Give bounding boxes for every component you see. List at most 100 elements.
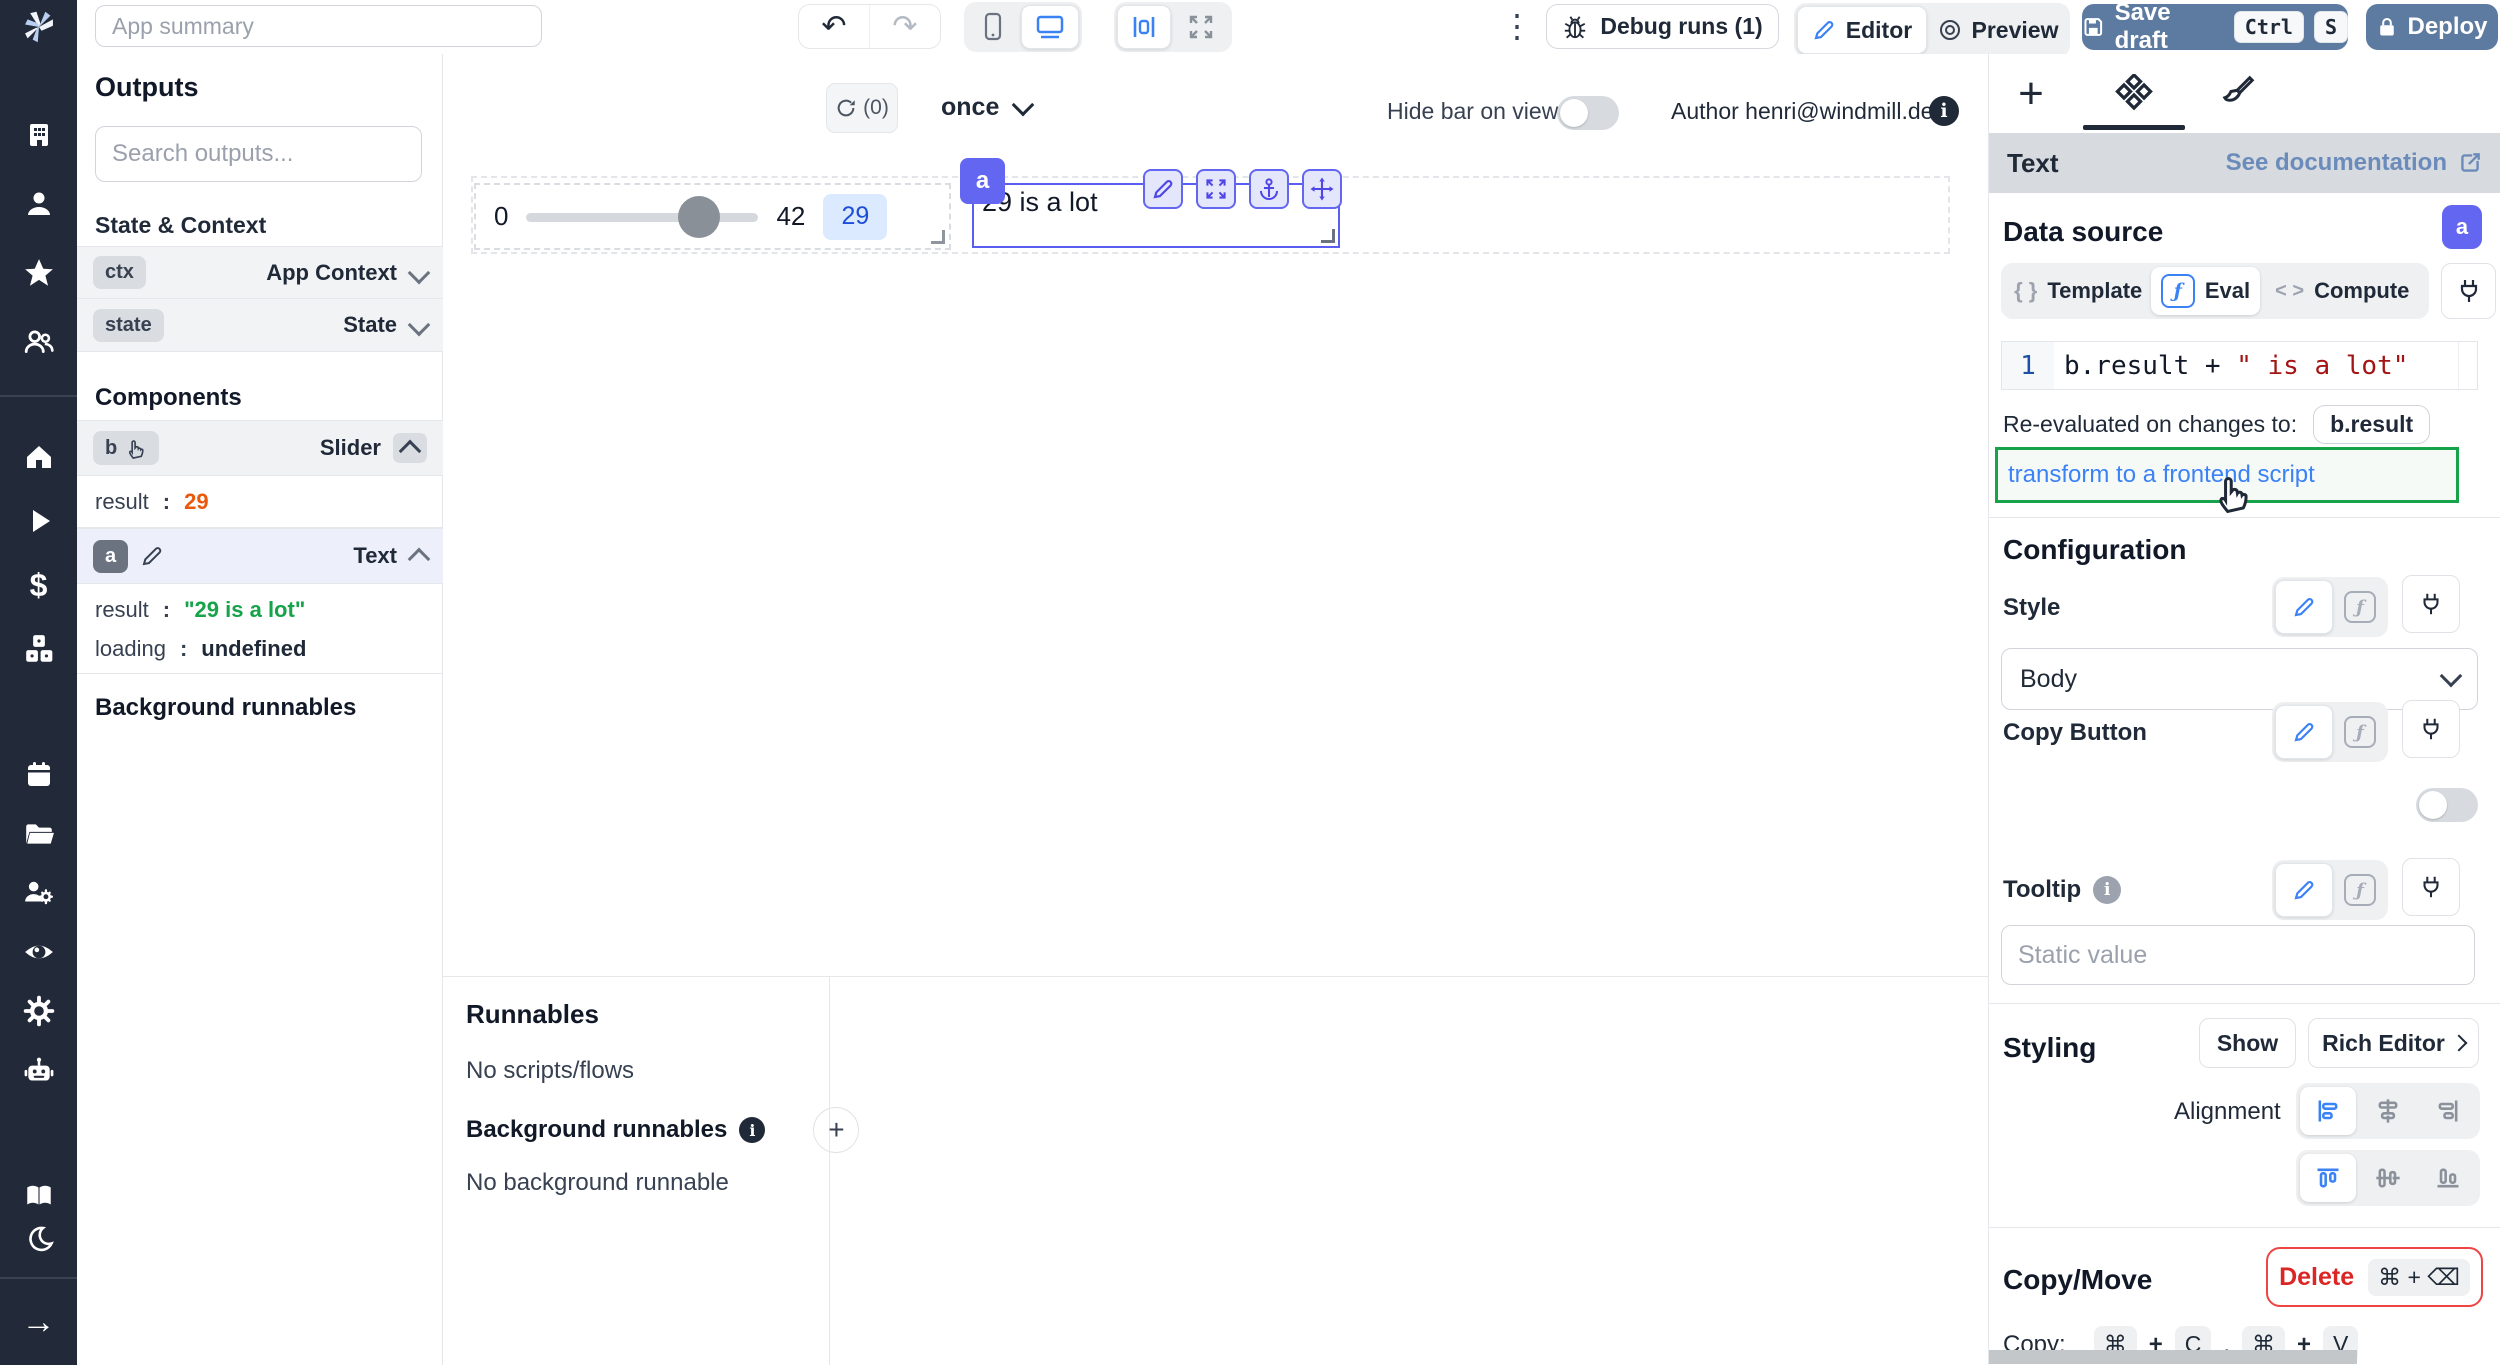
resize-handle[interactable] — [1321, 229, 1335, 243]
component-b-badge: b — [93, 431, 159, 465]
component-a-row[interactable]: a Text — [77, 528, 443, 584]
see-documentation-link[interactable]: See documentation — [2226, 149, 2483, 177]
section-divider — [1989, 1227, 2500, 1228]
align-bottom-button[interactable] — [2420, 1154, 2476, 1202]
variables-dollar-icon[interactable]: $ — [0, 565, 77, 605]
settings-gear-icon[interactable] — [0, 991, 77, 1031]
reeval-dependency-chip[interactable]: b.result — [2313, 405, 2430, 444]
styling-show-button[interactable]: Show — [2199, 1018, 2296, 1068]
tooltip-static-mode[interactable] — [2275, 863, 2333, 917]
component-b-result[interactable]: result : 29 — [77, 476, 443, 528]
component-b-type: Slider — [320, 435, 381, 461]
slider-component[interactable]: 0 42 29 — [474, 183, 951, 250]
rich-editor-button[interactable]: Rich Editor — [2308, 1018, 2479, 1068]
dark-mode-moon-icon[interactable] — [0, 1220, 77, 1260]
state-row[interactable]: state State — [77, 299, 443, 352]
chevron-down-icon[interactable] — [408, 261, 431, 284]
workspace-icon[interactable] — [0, 115, 77, 155]
eval-code-editor[interactable]: 1 b.result + " is a lot" — [2001, 341, 2478, 390]
debug-runs-button[interactable]: Debug runs (1) — [1546, 4, 1779, 49]
editor-tab[interactable]: Editor — [1797, 6, 1927, 54]
resize-handle[interactable] — [931, 230, 945, 244]
move-component-button[interactable] — [1302, 169, 1342, 209]
copy-button-static-mode[interactable] — [2275, 705, 2333, 759]
align-top-button[interactable] — [2300, 1154, 2356, 1202]
align-center-horizontal-button[interactable] — [2360, 1087, 2416, 1135]
folders-icon[interactable] — [0, 814, 77, 854]
align-middle-button[interactable] — [2360, 1154, 2416, 1202]
expand-component-button[interactable] — [1196, 169, 1236, 209]
more-menu-button[interactable]: ⋮ — [1497, 6, 1537, 46]
info-icon[interactable]: i — [1929, 96, 1959, 126]
align-right-button[interactable] — [2420, 1087, 2476, 1135]
copy-button-toggle[interactable] — [2416, 788, 2478, 822]
tooltip-static-value-input[interactable] — [2001, 925, 2475, 985]
pencil-icon[interactable] — [140, 544, 164, 568]
refresh-button[interactable]: (0) — [826, 83, 898, 133]
home-icon[interactable] — [0, 437, 77, 477]
audit-eye-icon[interactable] — [0, 932, 77, 972]
align-left-button[interactable] — [2300, 1087, 2356, 1135]
style-eval-mode[interactable]: ƒ — [2335, 580, 2385, 634]
component-settings-tab[interactable] — [2104, 64, 2164, 124]
hide-bar-toggle[interactable] — [1557, 96, 1619, 130]
windmill-logo[interactable] — [0, 7, 77, 47]
outputs-title: Outputs — [95, 72, 198, 103]
tooltip-eval-mode[interactable]: ƒ — [2335, 863, 2385, 917]
template-mode-tab[interactable]: { } Template — [2005, 278, 2151, 304]
ctx-row[interactable]: ctx App Context — [77, 246, 443, 299]
copy-button-eval-mode[interactable]: ƒ — [2335, 705, 2385, 759]
slider-track-area[interactable] — [526, 196, 758, 238]
schedules-calendar-icon[interactable] — [0, 755, 77, 795]
user-icon[interactable] — [0, 184, 77, 224]
save-draft-button[interactable]: Save draft Ctrl S — [2082, 4, 2348, 50]
eval-mode-tab[interactable]: ƒ Eval — [2151, 267, 2259, 315]
desktop-view-button[interactable] — [1021, 5, 1079, 49]
redo-button[interactable]: ↷ — [870, 5, 940, 48]
centered-layout-button[interactable] — [1117, 5, 1171, 49]
css-editor-tab[interactable] — [2206, 64, 2266, 124]
mobile-view-button[interactable] — [967, 5, 1019, 49]
workers-icon[interactable] — [0, 873, 77, 913]
horizontal-scrollbar[interactable] — [1989, 1350, 2357, 1364]
style-connect-plug-button[interactable] — [2402, 575, 2460, 633]
collapse-a-button[interactable] — [408, 548, 431, 571]
groups-icon[interactable] — [0, 322, 77, 362]
docs-book-icon[interactable] — [0, 1176, 77, 1216]
component-a-loading[interactable]: loading : undefined — [77, 630, 443, 674]
chevron-down-icon[interactable] — [408, 314, 431, 337]
ai-robot-icon[interactable] — [0, 1052, 77, 1092]
device-toggle-group — [964, 2, 1082, 52]
collapse-b-button[interactable] — [393, 433, 427, 463]
tooltip-connect-plug-button[interactable] — [2402, 858, 2460, 916]
connect-plug-button[interactable] — [2441, 263, 2496, 319]
undo-button[interactable]: ↶ — [799, 5, 870, 48]
chevron-down-icon — [1012, 94, 1035, 117]
outputs-search-input[interactable] — [95, 126, 422, 182]
component-type-header: Text See documentation — [1989, 133, 2500, 193]
favorites-star-icon[interactable] — [0, 253, 77, 293]
runs-play-icon[interactable] — [0, 501, 77, 541]
style-static-mode[interactable] — [2275, 580, 2333, 634]
slider-handle[interactable] — [678, 196, 720, 238]
edit-component-button[interactable] — [1143, 169, 1183, 209]
insert-component-tab[interactable]: + — [2001, 64, 2061, 124]
delete-component-button[interactable]: Delete ⌘ + ⌫ — [2266, 1247, 2483, 1307]
maximize-icon — [1204, 177, 1228, 201]
add-background-runnable-button[interactable]: + — [813, 1107, 859, 1153]
copy-button-connect-plug-button[interactable] — [2402, 700, 2460, 758]
component-a-result[interactable]: result : "29 is a lot" — [77, 588, 443, 632]
app-summary-input[interactable] — [95, 5, 542, 47]
preview-tab[interactable]: Preview — [1929, 6, 2067, 54]
resources-cubes-icon[interactable] — [0, 629, 77, 669]
expand-rail-arrow-icon[interactable]: → — [0, 1302, 77, 1342]
schedule-mode-dropdown[interactable]: once — [941, 87, 1031, 127]
anchor-component-button[interactable] — [1249, 169, 1289, 209]
component-b-row[interactable]: b Slider — [77, 420, 443, 476]
slider-track[interactable] — [526, 213, 758, 222]
components-title: Components — [95, 384, 242, 412]
fullscreen-button[interactable] — [1173, 5, 1229, 49]
deploy-button[interactable]: Deploy — [2366, 4, 2498, 50]
compute-mode-tab[interactable]: < > Compute — [2260, 278, 2425, 304]
top-toolbar: ↶ ↷ ⋮ Debug runs (1) — [77, 0, 2500, 55]
